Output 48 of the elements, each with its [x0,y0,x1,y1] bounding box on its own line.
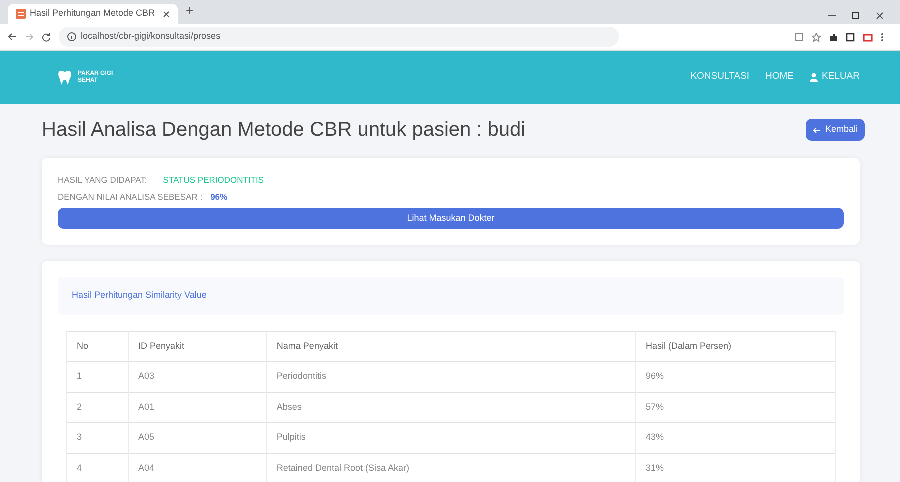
tab-title: Hasil Perhitungan Metode CBR [30,7,156,20]
favicon-icon [16,9,26,19]
table-cell: 57% [636,392,836,422]
column-header: Hasil (Dalam Persen) [636,331,836,362]
nav-link[interactable]: KELUAR [810,70,860,85]
score-value: 96% [210,190,228,204]
section-header: Hasil Perhitungan Similarity Value [58,277,844,314]
table-cell: Pulpitis [266,422,636,453]
table-cell: A05 [128,422,266,453]
result-value: STATUS PERIODONTITIS [163,174,264,187]
user-icon [810,73,818,82]
window-icon[interactable] [846,32,855,42]
table-cell: A01 [128,392,266,422]
table-cell: 3 [66,422,128,453]
table-cell: 4 [66,453,128,482]
new-tab-button[interactable]: + [186,0,194,20]
star-icon[interactable] [812,32,821,42]
close-icon[interactable] [163,10,170,18]
back-icon [813,126,822,134]
table-cell: 43% [636,422,836,453]
table-cell: 96% [636,362,836,392]
nav-link[interactable]: KONSULTASI [690,70,750,85]
table-cell: Periodontitis [266,362,636,392]
back-button[interactable]: Kembali [806,119,865,141]
table-cell: Retained Dental Root (Sisa Akar) [266,453,636,482]
page-title: Hasil Analisa Dengan Metode CBR untuk pasien : budi [42,118,526,142]
table-cell: Abses [266,392,636,422]
browser-tab[interactable]: Hasil Perhitungan Metode CBR [8,4,178,24]
address-field[interactable]: localhost/cbr-gigi/konsultasi/proses [59,27,619,47]
info-icon[interactable] [67,32,77,42]
reload-icon[interactable] [42,32,51,42]
column-header: No [66,331,128,362]
back-arrow-icon[interactable] [8,33,17,41]
table-cell: A04 [128,453,266,482]
table-cell: 2 [66,392,128,422]
nav-link[interactable]: HOME [765,70,794,85]
result-label: HASIL YANG DIDAPAT: [58,174,148,187]
close-icon[interactable] [876,12,884,20]
doctor-advice-button[interactable]: Lihat Masukan Dokter [58,208,844,229]
column-header: Nama Penyakit [266,331,636,362]
table-cell: 31% [636,453,836,482]
menu-icon[interactable] [881,32,884,42]
table-cell: 1 [66,362,128,392]
url-text: localhost/cbr-gigi/konsultasi/proses [81,30,221,44]
column-header: ID Penyakit [128,331,266,362]
restore-icon[interactable] [852,12,860,20]
table-cell: A03 [128,362,266,392]
score-label: DENGAN NILAI ANALISA SEBESAR : [58,190,203,204]
